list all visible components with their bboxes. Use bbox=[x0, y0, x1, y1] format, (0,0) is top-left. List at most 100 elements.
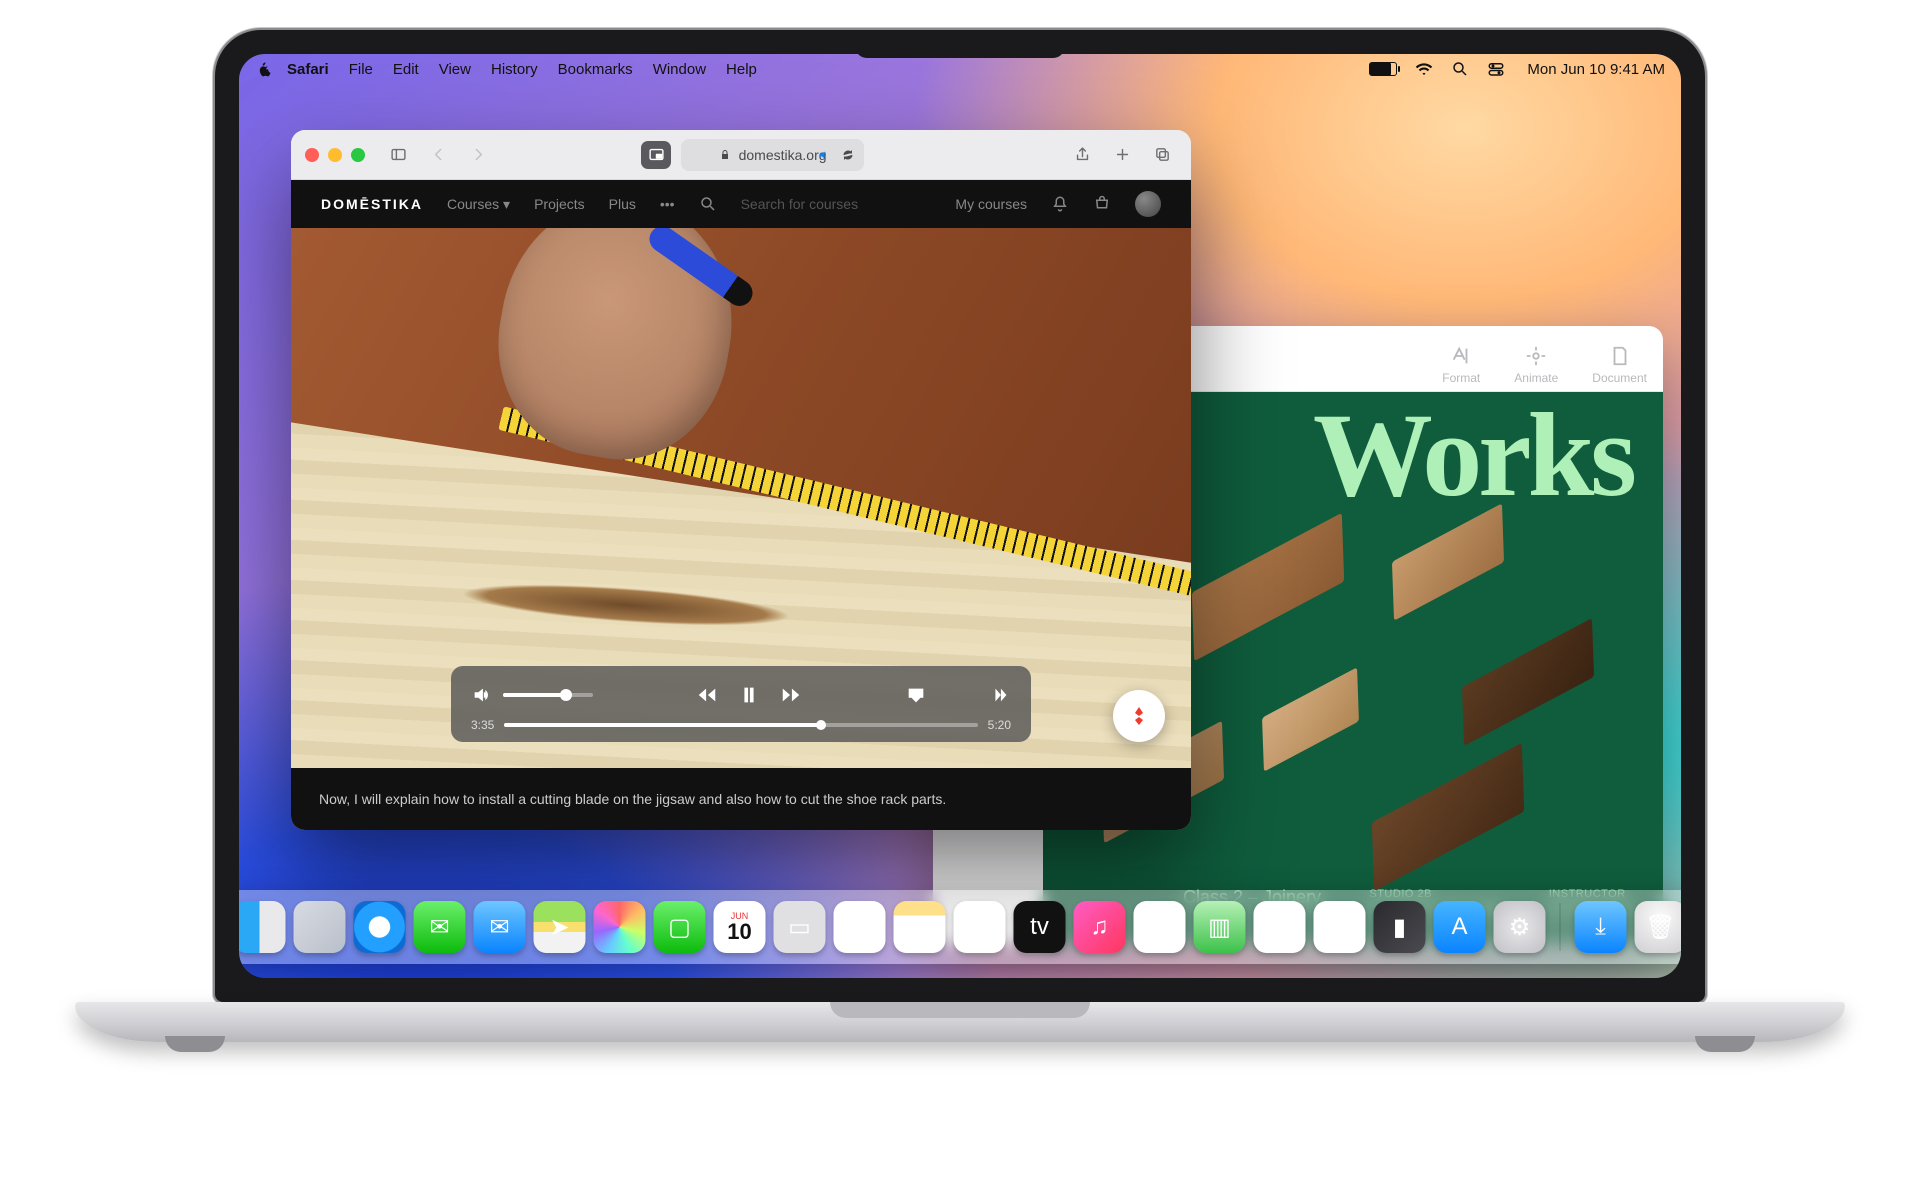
menu-view[interactable]: View bbox=[429, 61, 481, 78]
menu-bookmarks[interactable]: Bookmarks bbox=[548, 61, 643, 78]
dock-app-messages[interactable]: ✉︎ bbox=[414, 901, 466, 953]
dock-app-launchpad[interactable] bbox=[294, 901, 346, 953]
nav-more[interactable]: ••• bbox=[660, 196, 675, 212]
domestika-logo-icon bbox=[1127, 704, 1151, 728]
picture-in-picture-button[interactable] bbox=[947, 684, 969, 706]
cart-icon[interactable] bbox=[1093, 195, 1111, 213]
window-traffic-lights[interactable] bbox=[305, 148, 365, 162]
wood-block-graphic bbox=[1372, 743, 1524, 891]
laptop-foot bbox=[1695, 1036, 1755, 1052]
dock-stack-downloads[interactable]: ⤓ bbox=[1575, 901, 1627, 953]
dock-app-tv[interactable]: tv bbox=[1014, 901, 1066, 953]
volume-slider[interactable] bbox=[503, 693, 593, 697]
sidebar-toggle-button[interactable] bbox=[383, 141, 413, 169]
caption-text: Now, I will explain how to install a cut… bbox=[319, 791, 946, 807]
dock-app-numbers[interactable]: ▥ bbox=[1194, 901, 1246, 953]
dock-app-appstore[interactable]: A bbox=[1434, 901, 1486, 953]
macos-menubar[interactable]: Safari File Edit View History Bookmarks … bbox=[239, 54, 1681, 84]
dock-app-keynote[interactable]: ▦ bbox=[1254, 901, 1306, 953]
dock-app-facetime[interactable]: ▢ bbox=[654, 901, 706, 953]
menu-file[interactable]: File bbox=[339, 61, 383, 78]
laptop-lid: Safari File Edit View History Bookmarks … bbox=[215, 30, 1705, 1002]
more-controls-button[interactable] bbox=[989, 684, 1011, 706]
volume-icon[interactable] bbox=[471, 684, 493, 706]
dock-app-maps[interactable]: ➤ bbox=[534, 901, 586, 953]
menubar-clock[interactable]: Mon Jun 10 9:41 AM bbox=[1527, 61, 1665, 78]
dock-app-pages[interactable]: ✎ bbox=[1314, 901, 1366, 953]
scrubber[interactable] bbox=[504, 723, 977, 727]
dock-app-calendar[interactable]: JUN10 bbox=[714, 901, 766, 953]
wood-block-graphic bbox=[1262, 667, 1359, 771]
notifications-icon[interactable] bbox=[1051, 195, 1069, 213]
course-video-player[interactable]: 3:35 5:20 bbox=[291, 228, 1191, 768]
poster-title: Works bbox=[1313, 392, 1633, 524]
dock-app-notes[interactable] bbox=[894, 901, 946, 953]
dock-app-photos[interactable] bbox=[594, 901, 646, 953]
zoom-window-button[interactable] bbox=[351, 148, 365, 162]
keynote-animate-button[interactable]: Animate bbox=[1514, 345, 1558, 385]
video-caption-bar: Now, I will explain how to install a cut… bbox=[291, 768, 1191, 830]
dock-app-finder[interactable] bbox=[239, 901, 286, 953]
user-avatar[interactable] bbox=[1135, 191, 1161, 217]
nav-projects[interactable]: Projects bbox=[534, 196, 585, 212]
dock-separator bbox=[1560, 903, 1561, 951]
close-window-button[interactable] bbox=[305, 148, 319, 162]
minimize-window-button[interactable] bbox=[328, 148, 342, 162]
video-controls-hud[interactable]: 3:35 5:20 bbox=[451, 666, 1031, 742]
site-logo[interactable]: DOMĒSTIKA bbox=[321, 196, 423, 212]
laptop-base bbox=[75, 1002, 1845, 1042]
apple-menu-icon[interactable] bbox=[255, 61, 271, 77]
dock-app-freeform[interactable]: ⌁ bbox=[954, 901, 1006, 953]
menu-history[interactable]: History bbox=[481, 61, 548, 78]
dock-app-mail[interactable]: ✉︎ bbox=[474, 901, 526, 953]
dock-app-reminders[interactable]: ≡ bbox=[834, 901, 886, 953]
safari-window[interactable]: domestika.org bbox=[291, 130, 1191, 830]
macos-dock[interactable]: ✉︎ ✉︎ ➤ ▢ JUN10 ▭ ≡ ⌁ tv ♫ N ▥ ▦ ✎ bbox=[239, 890, 1681, 964]
dock-app-system-settings[interactable]: ⚙︎ bbox=[1494, 901, 1546, 953]
address-bar[interactable]: domestika.org bbox=[681, 139, 864, 171]
dock-app-news[interactable]: N bbox=[1134, 901, 1186, 953]
dock-trash[interactable]: 🗑︎ bbox=[1635, 901, 1682, 953]
forward-button[interactable] bbox=[463, 141, 493, 169]
safari-toolbar: domestika.org bbox=[291, 130, 1191, 180]
menu-window[interactable]: Window bbox=[643, 61, 716, 78]
domestika-help-bubble[interactable] bbox=[1113, 690, 1165, 742]
macos-desktop: Safari File Edit View History Bookmarks … bbox=[239, 54, 1681, 978]
product-photo-frame: Safari File Edit View History Bookmarks … bbox=[0, 0, 1920, 1200]
nav-plus[interactable]: Plus bbox=[609, 196, 636, 212]
nav-my-courses[interactable]: My courses bbox=[955, 196, 1027, 212]
keynote-format-button[interactable]: Format bbox=[1442, 345, 1480, 385]
tab-audio-indicator-icon[interactable] bbox=[818, 149, 830, 161]
site-search-placeholder[interactable]: Search for courses bbox=[741, 196, 859, 212]
reload-button[interactable] bbox=[842, 149, 854, 161]
spotlight-search-icon[interactable] bbox=[1451, 60, 1469, 78]
site-search-icon[interactable] bbox=[699, 195, 717, 213]
menu-edit[interactable]: Edit bbox=[383, 61, 429, 78]
macbook-device: Safari File Edit View History Bookmarks … bbox=[215, 30, 1705, 1042]
fast-forward-button[interactable] bbox=[780, 684, 802, 706]
menu-help[interactable]: Help bbox=[716, 61, 767, 78]
keynote-document-button[interactable]: Document bbox=[1592, 345, 1647, 385]
rewind-button[interactable] bbox=[696, 684, 718, 706]
video-viewer-button[interactable] bbox=[641, 141, 671, 169]
tab-overview-button[interactable] bbox=[1147, 141, 1177, 169]
wood-block-graphic bbox=[1462, 618, 1594, 746]
nav-courses[interactable]: Courses ▾ bbox=[447, 196, 510, 213]
site-header: DOMĒSTIKA Courses ▾ Projects Plus ••• Se… bbox=[291, 180, 1191, 228]
control-center-icon[interactable] bbox=[1487, 60, 1505, 78]
active-app-name[interactable]: Safari bbox=[277, 61, 339, 78]
new-tab-button[interactable] bbox=[1107, 141, 1137, 169]
volume-control[interactable] bbox=[471, 684, 593, 706]
battery-status-icon[interactable] bbox=[1369, 62, 1397, 76]
dock-app-safari[interactable] bbox=[354, 901, 406, 953]
dock-app-contacts[interactable]: ▭ bbox=[774, 901, 826, 953]
wood-block-graphic bbox=[1192, 513, 1344, 661]
dock-app-music[interactable]: ♫ bbox=[1074, 901, 1126, 953]
back-button[interactable] bbox=[423, 141, 453, 169]
airplay-button[interactable] bbox=[905, 684, 927, 706]
share-button[interactable] bbox=[1067, 141, 1097, 169]
wifi-status-icon[interactable] bbox=[1415, 60, 1433, 78]
total-time: 5:20 bbox=[988, 718, 1011, 732]
dock-app-iphone-mirroring[interactable]: ▮ bbox=[1374, 901, 1426, 953]
pause-button[interactable] bbox=[738, 684, 760, 706]
